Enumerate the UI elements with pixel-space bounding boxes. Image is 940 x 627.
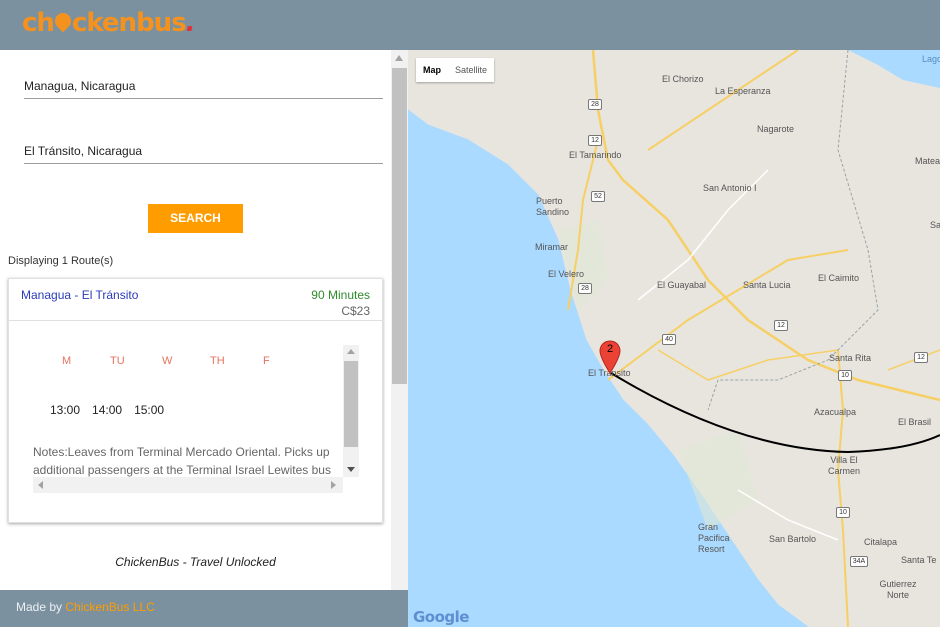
day-wednesday: W [162, 355, 173, 367]
destination-input[interactable] [24, 144, 383, 158]
place-label: Gutierrez Norte [879, 579, 917, 600]
road-shield: 10 [836, 507, 850, 518]
map-type-satellite[interactable]: Satellite [448, 58, 494, 82]
place-label: El Velero [548, 269, 585, 279]
place-label: Santa Te [901, 555, 937, 565]
place-label: Santa de [930, 220, 940, 230]
place-label: Santa Lucia [743, 280, 791, 290]
road-shield: 12 [914, 352, 928, 363]
tagline: ChickenBus - Travel Unlocked [115, 555, 276, 569]
road-shield: 12 [774, 320, 788, 331]
scroll-down-icon[interactable] [347, 467, 355, 472]
marker-label: 2 [606, 343, 614, 355]
place-label: Santa Rita [829, 353, 872, 363]
place-label: El Guayabal [657, 280, 707, 290]
place-label: El Tamarindo [569, 150, 622, 160]
road-shield: 52 [591, 191, 605, 202]
route-marker-pin[interactable]: 2 [599, 340, 621, 374]
schedule-horizontal-scrollbar[interactable] [33, 477, 343, 493]
schedule-vertical-scrollbar[interactable] [343, 345, 359, 477]
scroll-up-icon[interactable] [395, 55, 403, 61]
search-panel: SEARCH Displaying 1 Route(s) Managua - E… [0, 50, 408, 590]
place-label: Villa El Carmen [828, 455, 861, 476]
scroll-up-icon[interactable] [347, 349, 355, 354]
departure-times: 13:00 14:00 15:00 [50, 403, 176, 417]
google-logo: Google [413, 608, 469, 626]
place-label: Miramar [535, 242, 568, 252]
place-label: San Bartolo [769, 534, 817, 544]
route-notes: Notes:Leaves from Terminal Mercado Orien… [33, 445, 331, 477]
time-slot: 15:00 [134, 403, 165, 417]
map-view[interactable]: Map Satellite El Chorizo La Esperanza Na… [408, 50, 940, 627]
schedule-panel[interactable]: M TU W TH F 13:00 14:00 15:00 Notes:Leaves… [33, 345, 366, 495]
app-footer: Made by ChickenBus LLC [0, 590, 408, 627]
road-shield: 34A [850, 556, 868, 567]
route-card: Managua - El Tránsito 90 Minutes C$23 M … [8, 278, 383, 523]
map-type-map[interactable]: Map [416, 58, 448, 82]
card-divider [9, 320, 382, 321]
place-label: Nagarote [757, 124, 795, 134]
scroll-thumb[interactable] [392, 68, 407, 384]
place-label: La Esperanza [715, 86, 771, 96]
time-slot: 14:00 [92, 403, 123, 417]
place-label: San Antonio I [703, 183, 757, 193]
route-price: C$23 [341, 304, 370, 318]
place-label: El Caimito [818, 273, 860, 283]
results-count: Displaying 1 Route(s) [8, 255, 114, 267]
scroll-right-icon[interactable] [331, 481, 336, 489]
day-friday: F [263, 355, 270, 367]
road-shield: 10 [838, 370, 852, 381]
company-link[interactable]: ChickenBus LLC [65, 600, 154, 614]
day-tuesday: TU [110, 355, 125, 367]
panel-scrollbar[interactable] [391, 50, 408, 590]
route-duration: 90 Minutes [311, 288, 370, 302]
day-monday: M [62, 355, 72, 367]
road-shield: 12 [588, 135, 602, 146]
days-row: M TU W TH F [33, 355, 353, 369]
map-type-control[interactable]: Map Satellite [416, 58, 495, 82]
destination-field[interactable] [24, 144, 383, 164]
route-name-link[interactable]: Managua - El Tránsito [21, 288, 138, 302]
search-button[interactable]: SEARCH [148, 204, 243, 233]
place-label: Lago [922, 54, 940, 64]
place-label: Puerto Sandino [536, 196, 570, 217]
place-label: Matea [915, 156, 940, 166]
map-pin-icon [51, 9, 75, 33]
time-slot: 13:00 [50, 403, 81, 417]
place-label: Azacualpa [814, 407, 857, 417]
scroll-left-icon[interactable] [38, 481, 43, 489]
made-by-text: Made by ChickenBus LLC [16, 600, 155, 614]
scroll-thumb[interactable] [344, 361, 358, 447]
place-label: El Chorizo [662, 74, 704, 84]
origin-input[interactable] [24, 79, 383, 93]
road-shield: 28 [588, 99, 602, 110]
road-shield: 28 [578, 283, 592, 294]
origin-field[interactable] [24, 79, 383, 99]
day-thursday: TH [210, 355, 225, 367]
place-label: Gran Pacifica Resort [698, 522, 730, 554]
place-label: El Brasil [898, 417, 932, 427]
road-shield: 40 [662, 334, 676, 345]
chickenbus-logo[interactable]: ch ckenbus. [22, 8, 196, 38]
app-header: ch ckenbus. [0, 0, 940, 50]
place-label: Citalapa [864, 537, 898, 547]
